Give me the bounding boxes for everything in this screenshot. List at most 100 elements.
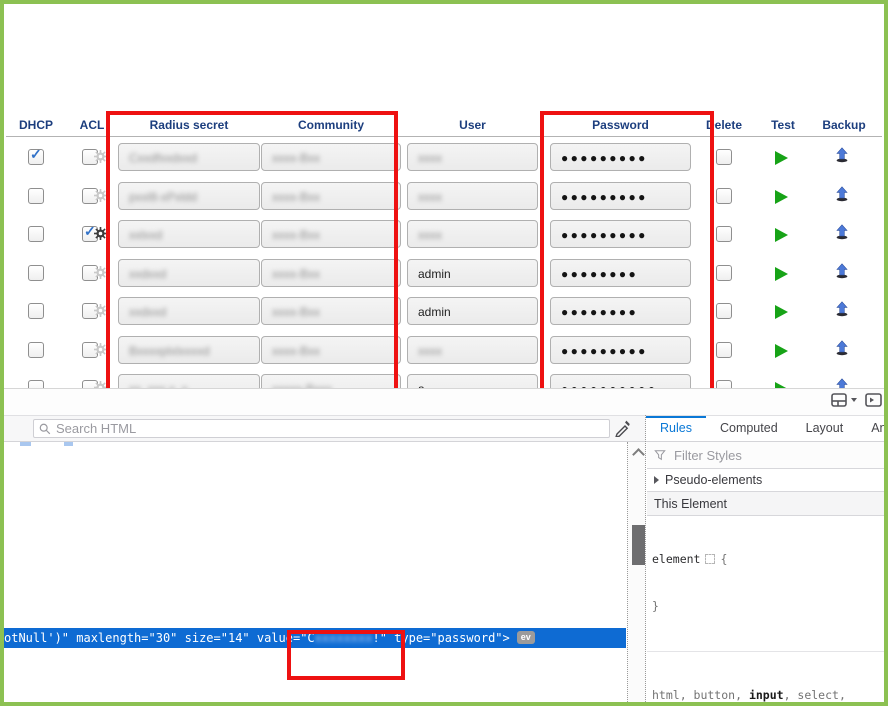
test-play-icon[interactable] xyxy=(775,267,788,281)
user-field[interactable]: xxxx xyxy=(407,336,538,364)
css-rule-element: element{ } xyxy=(647,516,888,652)
test-play-icon[interactable] xyxy=(775,228,788,242)
filter-styles-box[interactable] xyxy=(647,442,888,469)
radius-secret-field[interactable]: xxdxxd xyxy=(118,259,260,287)
gear-icon[interactable] xyxy=(94,343,107,356)
selected-markup-line[interactable]: otNull')" maxlength="30" size="14" value… xyxy=(0,628,626,648)
user-field[interactable]: xxxx xyxy=(407,143,538,171)
search-html-box[interactable] xyxy=(33,419,610,438)
password-field[interactable]: ●●●●●●●● xyxy=(550,297,691,325)
delete-checkbox[interactable] xyxy=(716,342,732,358)
gear-icon[interactable] xyxy=(94,189,107,202)
delete-checkbox[interactable] xyxy=(716,188,732,204)
dhcp-checkbox[interactable] xyxy=(28,226,44,242)
gear-icon[interactable] xyxy=(94,381,107,388)
radius-secret-field[interactable]: pxxl8-xPxldd xyxy=(118,182,260,210)
tab-rules[interactable]: Rules xyxy=(646,416,706,441)
rules-panel: Pseudo-elements This Element element{ } … xyxy=(647,442,888,706)
password-field[interactable]: ●●●●●●●● xyxy=(550,259,691,287)
dhcp-checkbox[interactable] xyxy=(28,265,44,281)
community-field[interactable]: xxxxx-Bxxx xyxy=(261,374,401,388)
community-field[interactable]: xxxx-Bxx xyxy=(261,143,401,171)
password-field[interactable]: ●●●●●●●●● xyxy=(550,220,691,248)
event-badge[interactable]: ev xyxy=(517,631,535,644)
delete-checkbox[interactable] xyxy=(716,380,732,388)
dhcp-checkbox[interactable] xyxy=(28,303,44,319)
community-field[interactable]: xxxx-Bxx xyxy=(261,220,401,248)
filter-funnel-icon xyxy=(654,449,666,461)
delete-checkbox[interactable] xyxy=(716,149,732,165)
gear-icon[interactable] xyxy=(94,304,107,317)
css-rule-base: html, button, input, select, textarea{ c… xyxy=(647,652,888,706)
col-header-radius-secret: Radius secret xyxy=(118,118,260,133)
test-play-icon[interactable] xyxy=(775,305,788,319)
col-header-acl: ACL xyxy=(74,118,110,133)
table-row: Bxxxxplxlxxxxd xxxx-Bxx xxxx ●●●●●●●●● xyxy=(0,333,888,371)
user-field[interactable]: a xyxy=(407,374,538,388)
test-play-icon[interactable] xyxy=(775,151,788,165)
backup-upload-icon[interactable] xyxy=(834,263,850,279)
tab-computed[interactable]: Computed xyxy=(706,416,792,441)
col-header-user: User xyxy=(407,118,538,133)
test-play-icon[interactable] xyxy=(775,190,788,204)
col-header-dhcp: DHCP xyxy=(12,118,60,133)
backup-upload-icon[interactable] xyxy=(834,301,850,317)
user-field[interactable]: xxxx xyxy=(407,182,538,210)
community-field[interactable]: xxxx-Bxx xyxy=(261,259,401,287)
search-html-input[interactable] xyxy=(56,421,609,436)
radius-secret-field[interactable]: Cxxdfxxdxxd xyxy=(118,143,260,171)
devtools-top-strip xyxy=(0,389,888,415)
backup-upload-icon[interactable] xyxy=(834,340,850,356)
password-field[interactable]: ●●●●●●●●● xyxy=(550,143,691,171)
scrollbar-thumb[interactable] xyxy=(632,525,645,565)
dhcp-checkbox[interactable] xyxy=(28,188,44,204)
tab-animations[interactable]: Animations xyxy=(857,416,888,441)
selector-highlighter-icon[interactable] xyxy=(705,554,715,564)
backup-upload-icon[interactable] xyxy=(834,186,850,202)
user-field[interactable]: admin xyxy=(407,259,538,287)
split-console-icon[interactable] xyxy=(865,393,882,407)
password-field[interactable]: ●●●●●●●●●● xyxy=(550,374,691,388)
tab-layout[interactable]: Layout xyxy=(792,416,858,441)
panel-splitter[interactable] xyxy=(645,415,646,706)
radius-secret-field[interactable]: xx xxx x x xyxy=(118,374,260,388)
radius-secret-field[interactable]: xxlxxd xyxy=(118,220,260,248)
filter-styles-input[interactable] xyxy=(672,447,826,464)
backup-upload-icon[interactable] xyxy=(834,224,850,240)
community-field[interactable]: xxxx-Bxx xyxy=(261,297,401,325)
community-field[interactable]: xxxx-Bxx xyxy=(261,182,401,210)
user-field[interactable]: admin xyxy=(407,297,538,325)
gear-icon[interactable] xyxy=(94,266,107,279)
community-field[interactable]: xxxx-Bxx xyxy=(261,336,401,364)
radius-secret-field[interactable]: Bxxxxplxlxxxxd xyxy=(118,336,260,364)
selection-remnant xyxy=(20,442,31,446)
eyedropper-icon[interactable] xyxy=(613,419,631,437)
table-row: xx xxx x x xxxxx-Bxxx a ●●●●●●●●●● xyxy=(0,371,888,388)
backup-upload-icon[interactable] xyxy=(834,378,850,388)
selector-text: element xyxy=(652,552,700,566)
chevron-down-icon xyxy=(851,398,857,402)
dock-options-icon[interactable] xyxy=(831,393,857,407)
backup-upload-icon[interactable] xyxy=(834,147,850,163)
gear-icon[interactable] xyxy=(94,150,107,163)
col-header-test: Test xyxy=(761,118,805,133)
gear-icon[interactable] xyxy=(94,227,107,240)
radius-secret-field[interactable]: xxdxxd xyxy=(118,297,260,325)
password-field[interactable]: ●●●●●●●●● xyxy=(550,336,691,364)
search-icon xyxy=(39,423,51,435)
password-field[interactable]: ●●●●●●●●● xyxy=(550,182,691,210)
sidebar-tabs: Rules Computed Layout Animations xyxy=(646,416,888,441)
delete-checkbox[interactable] xyxy=(716,303,732,319)
delete-checkbox[interactable] xyxy=(716,226,732,242)
scroll-up-icon[interactable] xyxy=(632,448,645,461)
dhcp-checkbox[interactable] xyxy=(28,380,44,388)
header-divider xyxy=(6,136,882,137)
user-field[interactable]: xxxx xyxy=(407,220,538,248)
delete-checkbox[interactable] xyxy=(716,265,732,281)
dhcp-checkbox[interactable] xyxy=(28,342,44,358)
pseudo-elements-row[interactable]: Pseudo-elements xyxy=(647,469,888,492)
test-play-icon[interactable] xyxy=(775,344,788,358)
table-row: xxdxxd xxxx-Bxx admin ●●●●●●●● xyxy=(0,294,888,332)
dhcp-checkbox[interactable] xyxy=(28,149,44,165)
markup-scrollbar[interactable] xyxy=(627,442,646,706)
